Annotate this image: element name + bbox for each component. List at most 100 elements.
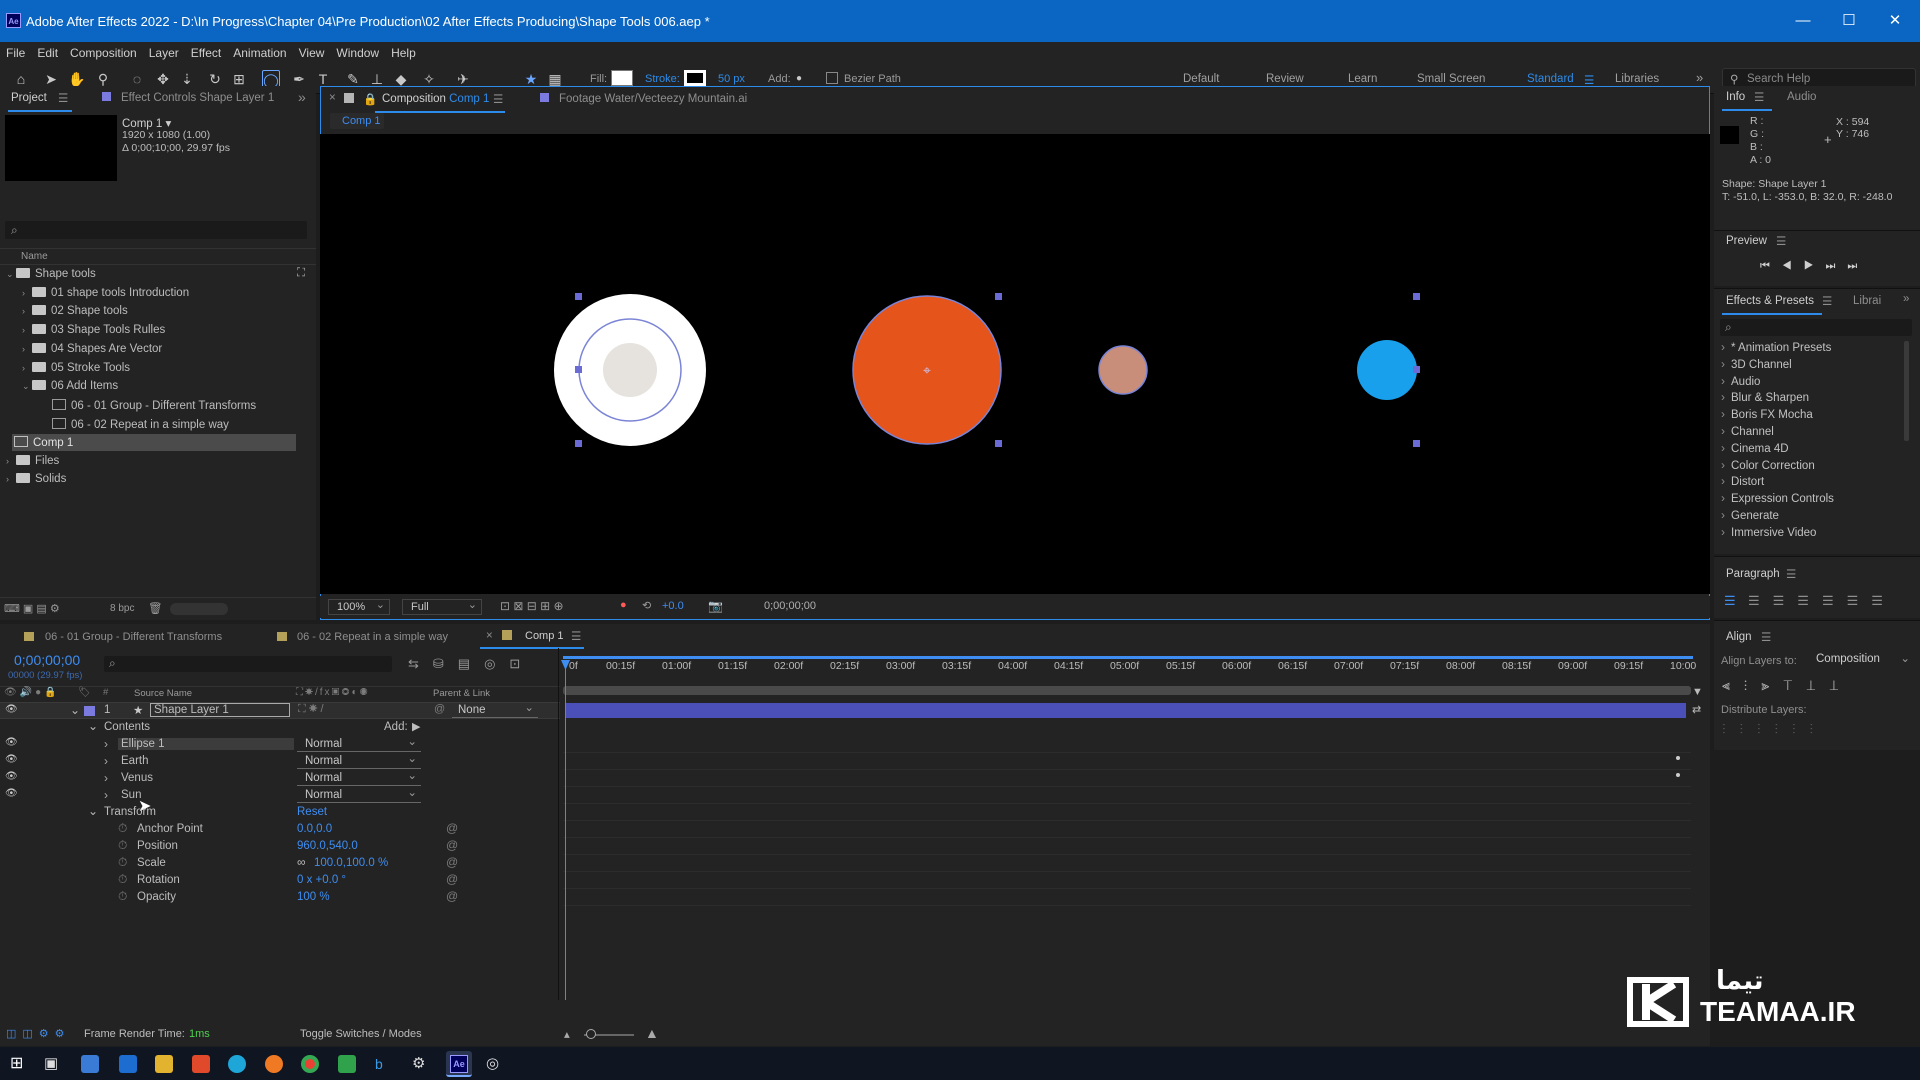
reset-link[interactable]: Reset xyxy=(297,806,327,818)
mail-app-icon[interactable] xyxy=(81,1055,99,1073)
col-parent[interactable]: Parent & Link xyxy=(433,688,490,699)
chat-app-icon[interactable] xyxy=(338,1055,356,1073)
add-content-icon[interactable]: ▶ xyxy=(412,720,420,733)
zoom-out-icon[interactable]: ▴ xyxy=(564,1027,570,1041)
menu-composition[interactable]: Composition xyxy=(64,42,143,60)
project-item[interactable]: › Solids xyxy=(6,473,66,485)
effect-category[interactable]: Channel xyxy=(1721,424,1774,438)
close-tab-icon[interactable]: × xyxy=(329,92,336,104)
composition-viewer[interactable]: ⌖ xyxy=(320,134,1710,594)
brave-browser-icon[interactable] xyxy=(192,1055,210,1073)
bpc-label[interactable]: 8 bpc xyxy=(110,603,134,614)
effect-category[interactable]: Audio xyxy=(1721,374,1760,388)
time-ruler[interactable]: 0f 00:15f 01:00f 01:15f 02:00f 02:15f 03… xyxy=(563,660,1696,674)
firefox-icon[interactable] xyxy=(265,1055,283,1073)
project-item-comp-1[interactable]: Comp 1 xyxy=(14,436,73,449)
bezier-checkbox[interactable] xyxy=(826,72,838,84)
bbox-handle[interactable] xyxy=(995,440,1002,447)
file-explorer-icon[interactable] xyxy=(155,1055,173,1073)
group-row[interactable]: 👁 › Ellipse 1 Normal xyxy=(0,734,560,754)
comp-marker-icon[interactable]: ▼ xyxy=(1692,686,1703,698)
tab-libraries[interactable]: Librai xyxy=(1853,295,1881,307)
bbox-handle[interactable] xyxy=(575,366,582,373)
project-item[interactable]: › 05 Stroke Tools xyxy=(22,362,130,374)
task-view-icon[interactable]: ▣ xyxy=(44,1055,62,1073)
time-navigator[interactable] xyxy=(563,686,1691,695)
project-item[interactable]: ⌄ Shape tools xyxy=(6,268,96,280)
expression-pickwhip-icon[interactable]: @ xyxy=(446,889,458,903)
expression-pickwhip-icon[interactable]: @ xyxy=(446,838,458,852)
keyframe-marker[interactable] xyxy=(1676,756,1680,760)
menu-layer[interactable]: Layer xyxy=(143,42,185,60)
justify-icons[interactable]: ☰☰☰☰☰☰ xyxy=(1748,593,1896,609)
stopwatch-icon[interactable]: ⏱ xyxy=(118,855,127,870)
bbox-handle[interactable] xyxy=(1413,366,1420,373)
project-item[interactable]: › 02 Shape tools xyxy=(22,305,128,317)
paragraph-menu-icon[interactable]: ☰ xyxy=(1786,567,1796,581)
timeline-tab-1[interactable]: 06 - 01 Group - Different Transforms xyxy=(45,631,222,643)
menu-window[interactable]: Window xyxy=(330,42,385,60)
twirl-icon[interactable]: › xyxy=(104,788,108,802)
outlook-app-icon[interactable] xyxy=(119,1055,137,1073)
project-item[interactable]: › Files xyxy=(6,455,59,467)
property-value[interactable]: 100 % xyxy=(297,891,330,903)
menu-file[interactable]: File xyxy=(0,42,31,60)
property-row[interactable]: ⏱ Scale ∞ 100.0,100.0 % @ xyxy=(0,855,560,873)
workspace-menu-icon[interactable]: ☰ xyxy=(1584,73,1594,87)
project-item[interactable]: ⌄ 06 Add Items xyxy=(22,380,118,392)
property-row[interactable]: ⏱ Opacity 100 % @ xyxy=(0,889,560,907)
transform-row[interactable]: ⌄ Transform Reset xyxy=(0,804,560,822)
playback-controls[interactable]: ⏮◀▶⏭⏭ xyxy=(1760,260,1869,273)
channel-icon[interactable]: ● xyxy=(620,599,627,611)
snapshot-icon[interactable]: 📷 xyxy=(708,599,723,613)
stopwatch-icon[interactable]: ⏱ xyxy=(118,872,127,887)
maximize-button[interactable]: ☐ xyxy=(1826,8,1872,34)
effects-search-input[interactable]: ⌕ xyxy=(1720,319,1912,336)
workspace-overflow-icon[interactable]: » xyxy=(1696,70,1703,85)
breadcrumb[interactable]: Comp 1 xyxy=(330,113,384,129)
fill-swatch[interactable] xyxy=(611,70,633,86)
expression-pickwhip-icon[interactable]: @ xyxy=(446,855,458,869)
comp-name[interactable]: Comp 1 ▾ xyxy=(122,116,171,130)
project-menu-icon[interactable]: ☰ xyxy=(58,91,68,105)
effects-menu-icon[interactable]: ☰ xyxy=(1822,294,1832,308)
workspace-small-screen[interactable]: Small Screen xyxy=(1417,73,1485,85)
info-menu-icon[interactable]: ☰ xyxy=(1754,90,1764,104)
eye-icon[interactable]: 👁 xyxy=(5,704,18,715)
effect-category[interactable]: Distort xyxy=(1721,474,1764,488)
chrome-icon[interactable] xyxy=(301,1055,319,1073)
workspace-learn[interactable]: Learn xyxy=(1348,73,1377,85)
minimize-button[interactable]: — xyxy=(1780,8,1826,34)
blend-mode-dropdown[interactable]: Normal xyxy=(297,734,421,752)
settings-icon[interactable]: ⚙ xyxy=(412,1055,430,1073)
align-to-dropdown[interactable]: Composition ⌄ xyxy=(1810,653,1912,669)
group-name[interactable]: Venus xyxy=(121,772,153,784)
twirl-icon[interactable]: › xyxy=(104,737,108,751)
tab-audio[interactable]: Audio xyxy=(1787,91,1816,103)
tab-project[interactable]: Project xyxy=(11,92,47,104)
tab-composition[interactable]: Composition Comp 1 xyxy=(382,93,489,105)
bing-icon[interactable]: b xyxy=(375,1055,393,1073)
twirl-icon[interactable]: ⌄ xyxy=(88,804,98,818)
contents-row[interactable]: ⌄ Contents Add: ▶ xyxy=(0,719,560,737)
layer-name[interactable]: Shape Layer 1 xyxy=(150,703,290,717)
timeline-tab-2[interactable]: 06 - 02 Repeat in a simple way xyxy=(297,631,448,643)
view-toggle-icons[interactable]: ⊡ ⊠ ⊟ ⊞ ⊕ xyxy=(500,599,564,613)
effect-category[interactable]: Cinema 4D xyxy=(1721,441,1789,455)
stopwatch-icon[interactable]: ⏱ xyxy=(118,821,127,836)
blend-mode-dropdown[interactable]: Normal xyxy=(297,768,421,786)
timeline-menu-icon[interactable]: ☰ xyxy=(571,629,581,643)
tab-effect-controls[interactable]: Effect Controls Shape Layer 1 xyxy=(121,92,274,104)
exposure-value[interactable]: +0.0 xyxy=(662,600,684,612)
group-row[interactable]: 👁 › Venus Normal xyxy=(0,768,560,788)
menu-edit[interactable]: Edit xyxy=(31,42,64,60)
thumbnail-slider[interactable] xyxy=(170,603,228,615)
workspace-libraries[interactable]: Libraries xyxy=(1615,73,1659,85)
tab-effects-presets[interactable]: Effects & Presets xyxy=(1726,295,1814,307)
zoom-dropdown[interactable]: 100% ⌄ xyxy=(328,599,390,615)
twirl-icon[interactable]: ⌄ xyxy=(70,703,80,717)
comp-menu-icon[interactable]: ☰ xyxy=(493,92,503,106)
zoom-in-icon[interactable]: ▲ xyxy=(645,1025,659,1041)
bbox-handle[interactable] xyxy=(1413,440,1420,447)
preview-menu-icon[interactable]: ☰ xyxy=(1776,234,1786,248)
